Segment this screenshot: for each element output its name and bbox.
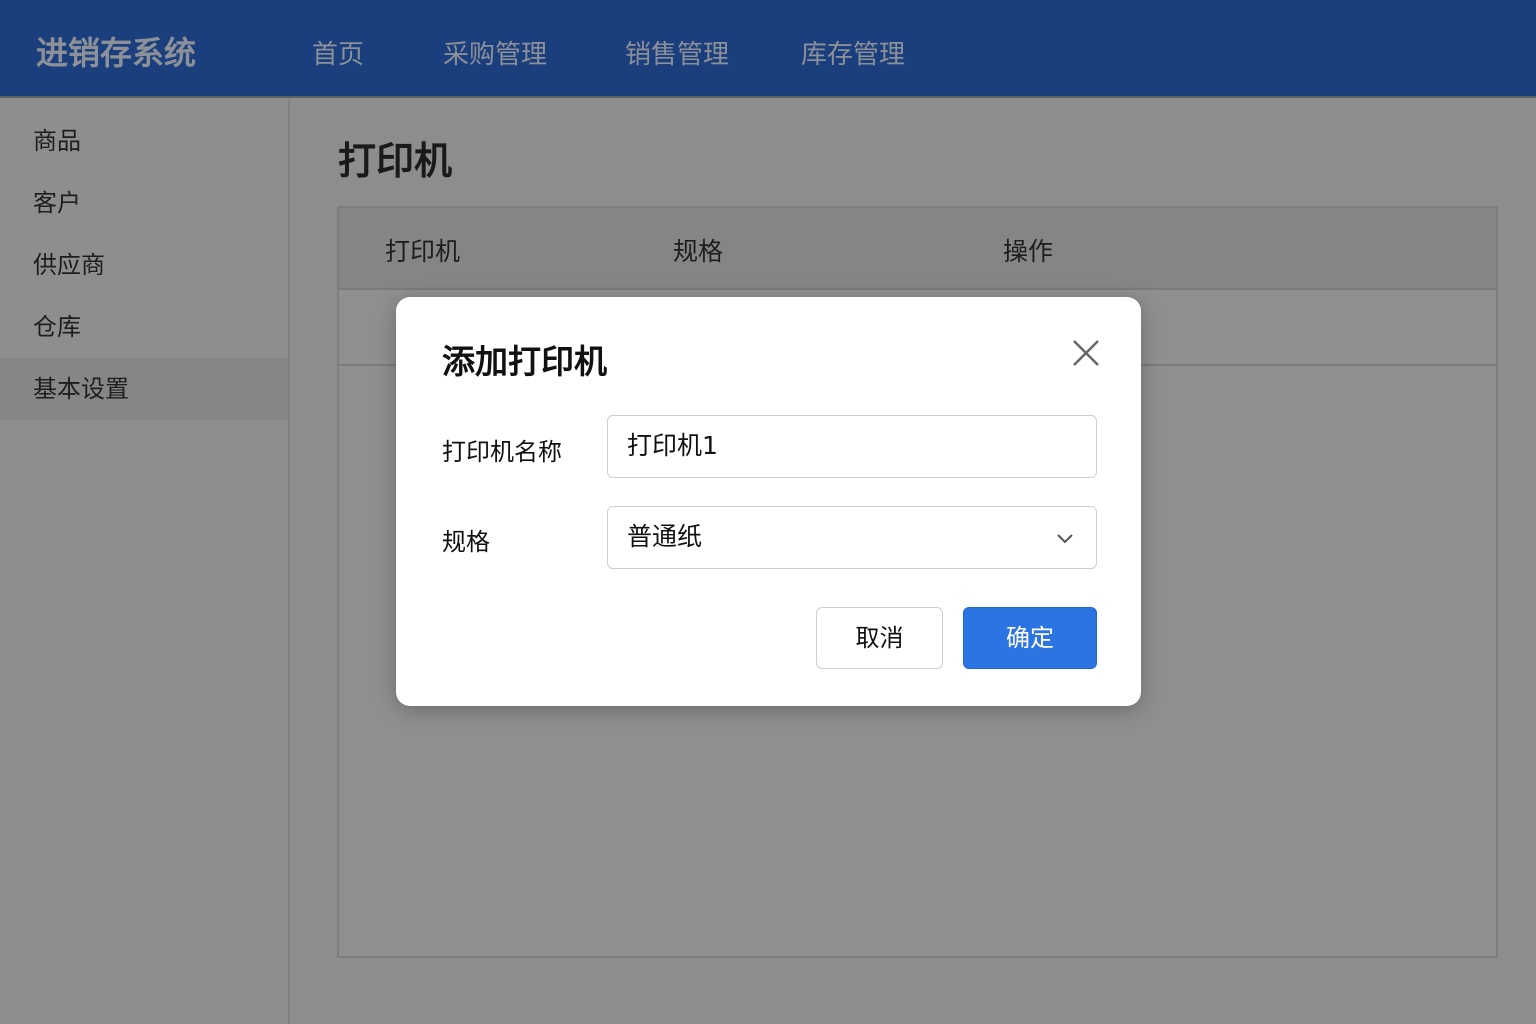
nav-purchase[interactable]: 采购管理 [443,34,547,71]
spec-select-value: 普通纸 [627,522,703,551]
sidebar-item-products[interactable]: 商品 [0,110,288,172]
app-logo: 进销存系统 [36,34,197,72]
page-title: 打印机 [338,139,453,183]
spec-label: 规格 [442,528,490,556]
column-printer: 打印机 [385,237,461,266]
name-label: 打印机名称 [442,438,562,466]
chevron-down-icon [1057,534,1073,544]
sidebar: 商品 客户 供应商 仓库 基本设置 [0,100,290,1024]
sidebar-item-suppliers[interactable]: 供应商 [0,234,288,296]
sidebar-item-settings[interactable]: 基本设置 [0,358,288,420]
nav-sales[interactable]: 销售管理 [625,34,729,71]
close-icon[interactable] [1068,335,1104,371]
column-actions: 操作 [1003,237,1054,266]
nav-home[interactable]: 首页 [312,34,364,71]
dialog-title: 添加打印机 [442,342,607,381]
column-spec: 规格 [673,237,724,266]
confirm-button[interactable]: 确定 [963,607,1097,669]
table-header: 打印机 规格 操作 [339,208,1496,290]
top-header: 进销存系统 首页 采购管理 销售管理 库存管理 [0,0,1536,98]
sidebar-item-customers[interactable]: 客户 [0,172,288,234]
nav-inventory[interactable]: 库存管理 [801,34,905,71]
printer-name-input[interactable]: 打印机1 [607,415,1097,478]
spec-select[interactable]: 普通纸 [607,506,1097,569]
add-printer-dialog: 添加打印机 打印机名称 打印机1 规格 普通纸 取消 确定 [396,297,1141,706]
cancel-button[interactable]: 取消 [816,607,943,669]
sidebar-item-warehouse[interactable]: 仓库 [0,296,288,358]
